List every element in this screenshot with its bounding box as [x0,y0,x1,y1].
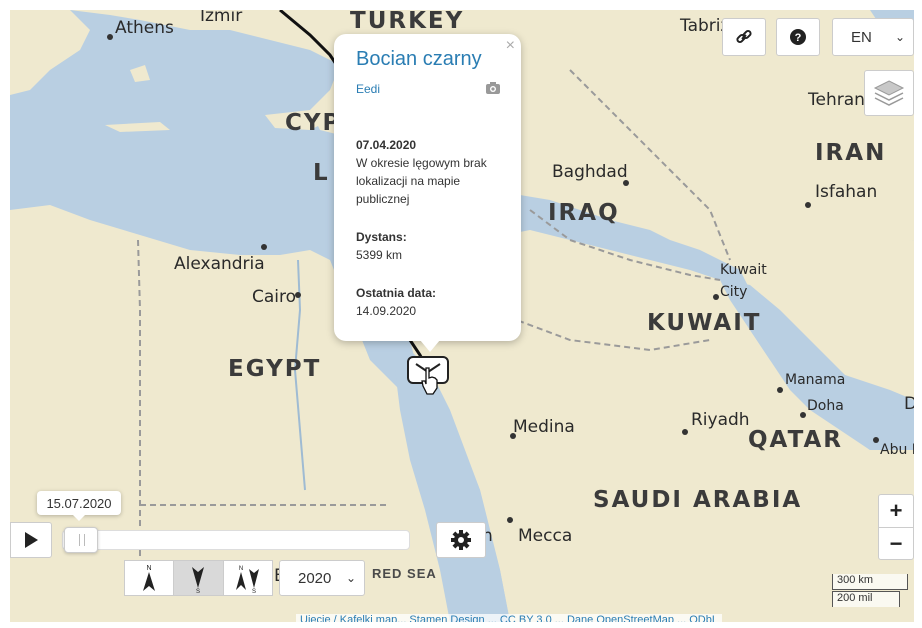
city-dot [713,294,719,300]
camera-icon[interactable] [485,81,501,95]
city-label-medina: Medina [513,417,575,437]
share-link-button[interactable] [722,18,766,56]
language-select[interactable]: EN ⌄ [832,18,914,56]
popup-distance-label: Dystans: [356,230,407,244]
popup-distance-value: 5399 km [356,248,403,262]
country-label-iraq: IRAQ [548,200,620,226]
settings-button[interactable] [436,522,486,558]
gear-icon [451,530,471,550]
popup-date: 07.04.2020 [356,138,417,152]
svg-text:N: N [239,566,243,572]
timeline-date-bubble: 15.07.2020 [37,491,121,521]
city-label-athens: Athens [115,18,174,38]
land-greece [10,10,90,95]
city-label-kuwait: Kuwait [720,262,767,278]
year-select[interactable]: 2020 ⌄ [279,560,365,596]
popup-close-button[interactable]: × [506,37,515,55]
migration-direction-group[interactable]: N S N S [124,560,273,596]
city-dot [800,412,806,418]
country-label-lebanon: L [313,160,330,186]
city-dot [507,517,513,523]
popup-last-date-value: 14.09.2020 [356,304,417,318]
city-label-riyadh: Riyadh [691,410,750,430]
timeline-slider-handle[interactable] [64,527,98,553]
popup-last-date-label: Ostatnia data: [356,286,437,300]
city-dot [107,34,113,40]
country-label-egypt: EGYPT [228,356,322,382]
city-label-cairo: Cairo [252,287,297,307]
timeline-slider-track[interactable] [62,530,410,550]
popup-note: W okresie lęgowym brak lokalizacji na ma… [356,156,487,206]
city-dot [873,437,879,443]
popup-title: Bocian czarny [356,48,482,70]
country-label-cyprus: CYP [285,110,342,136]
city-label-isfahan: Isfahan [815,182,878,202]
north-arrow-icon: N [143,565,156,591]
layers-icon [873,80,905,106]
country-label-turkey: TURKEY [350,10,465,34]
help-icon: ? [790,29,806,45]
city-label-alexandria: Alexandria [174,254,265,274]
city-label-edge-d: D [904,394,914,414]
country-label-kuwait: KUWAIT [647,310,762,336]
bird-info-popup: Bocian czarny × Eedi 07.04.2020 W okresi… [334,34,521,341]
city-dot [261,244,267,250]
sea-label-red-sea: RED SEA [372,566,437,581]
play-icon [25,532,38,548]
south-arrow-icon: S [192,567,205,593]
city-label-abu-dhabi: Abu D [880,442,914,458]
map-attribution[interactable]: Ujęcie / Kafelki map... Stamen Design ..… [296,614,722,622]
island [130,65,150,82]
city-dot [682,429,688,435]
play-button[interactable] [10,522,52,558]
city-label-manama: Manama [785,372,846,388]
popup-tip [420,340,440,352]
svg-text:N: N [147,565,152,572]
city-dot [777,387,783,393]
scale-imperial: 200 mil [832,591,900,607]
help-button[interactable]: ? [776,18,820,56]
svg-text:S: S [252,589,256,593]
island [105,122,170,132]
link-icon [736,29,752,44]
direction-south-button[interactable]: S [174,561,224,595]
scale-metric: 300 km [832,574,908,590]
year-value: 2020 [298,569,332,587]
hand-cursor-icon [421,367,438,395]
svg-text:S: S [196,589,200,593]
chevron-down-icon: ⌄ [345,571,356,585]
city-label-tehran: Tehran [808,90,865,110]
city-label-baghdad: Baghdad [552,162,628,182]
zoom-control[interactable]: + − [878,494,914,560]
both-directions-icon: N S [235,566,259,593]
svg-text:?: ? [795,32,802,44]
popup-owner-link[interactable]: Eedi [356,82,380,96]
layers-button[interactable] [864,70,914,116]
direction-both-button[interactable]: N S [224,561,272,595]
map-frame[interactable]: TURKEY CYP L IRAQ IRAN KUWAIT EGYPT QATA… [10,10,914,622]
language-value: EN [851,28,872,46]
city-dot [805,202,811,208]
direction-north-button[interactable]: N [125,561,175,595]
city-label-izmir: Izmir [200,10,243,26]
zoom-in-button[interactable]: + [879,495,913,528]
zoom-out-button[interactable]: − [879,528,913,560]
country-label-iran: IRAN [815,140,887,166]
city-label-kuwait-city: City [720,284,748,300]
chevron-down-icon: ⌄ [894,30,905,44]
city-label-doha: Doha [807,398,844,414]
country-label-qatar: QATAR [748,427,843,453]
country-label-saudi-arabia: SAUDI ARABIA [593,487,803,513]
city-label-mecca: Mecca [518,526,573,546]
